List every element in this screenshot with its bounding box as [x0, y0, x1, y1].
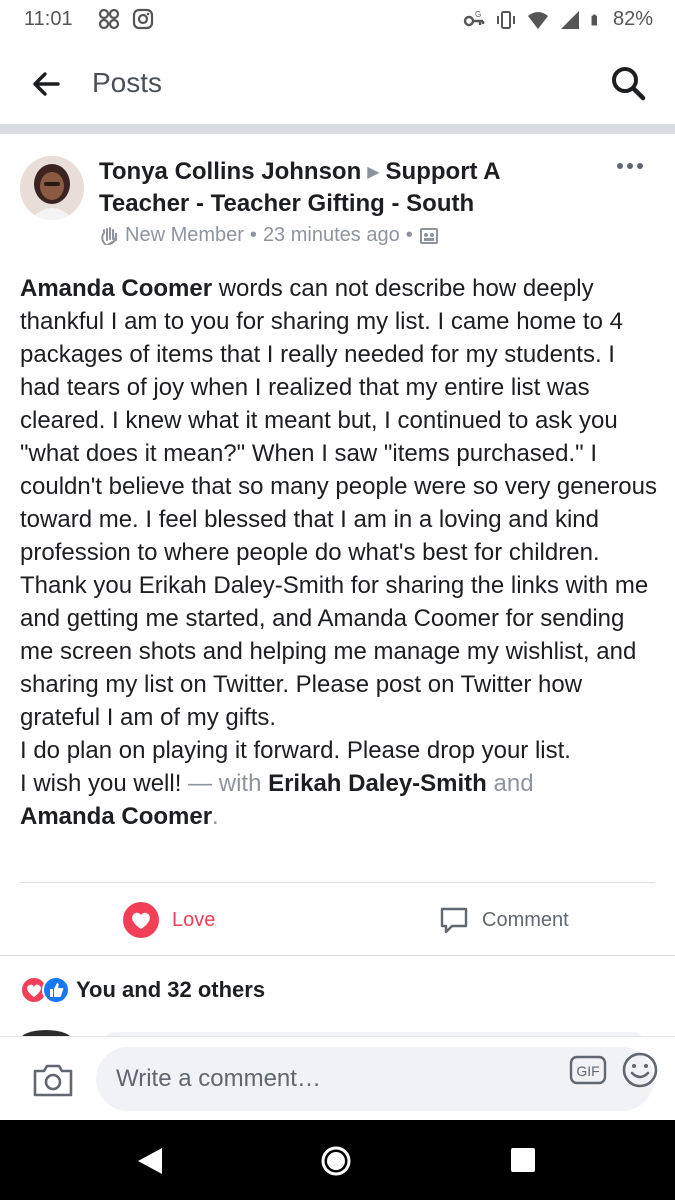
- post-body: Amanda Coomer words can not describe how…: [20, 272, 660, 833]
- signal-icon: [560, 10, 579, 29]
- divider: [0, 955, 675, 956]
- battery-icon: [591, 14, 597, 25]
- comment-label: Comment: [482, 908, 569, 931]
- post-paragraph: I wish you well! — with Erikah Daley-Smi…: [20, 770, 534, 830]
- reaction-icons: [20, 976, 70, 1004]
- battery-percent: 82%: [612, 8, 653, 30]
- wave-hand-icon: [101, 226, 117, 245]
- post-header-text: Tonya Collins Johnson ▶ Support A Teacher …: [99, 156, 569, 219]
- key-icon: G: [463, 10, 485, 26]
- status-left-icons: [98, 8, 154, 30]
- post-paragraph: Amanda Coomer words can not describe how…: [20, 275, 657, 566]
- meta-dot: •: [249, 224, 257, 246]
- author-name[interactable]: Tonya Collins Johnson: [99, 158, 361, 185]
- gif-button[interactable]: GIF: [569, 1055, 607, 1085]
- member-badge: New Member: [125, 224, 244, 246]
- reactions-text: You and 32 others: [76, 977, 266, 1002]
- wifi-icon: [527, 11, 548, 29]
- meta-dot: •: [405, 224, 413, 246]
- more-options-icon[interactable]: [615, 158, 645, 174]
- arrow-right-icon: ▶: [367, 164, 380, 181]
- back-arrow-icon[interactable]: [28, 66, 64, 102]
- like-reaction-icon: [42, 976, 70, 1004]
- status-time: 11:01: [24, 8, 73, 30]
- comment-button[interactable]: Comment: [438, 900, 569, 940]
- instagram-icon: [132, 8, 154, 30]
- nav-back-icon[interactable]: [136, 1146, 164, 1176]
- mention-link[interactable]: Amanda Coomer: [20, 275, 212, 302]
- avatar[interactable]: [20, 156, 84, 220]
- comment-placeholder: Write a comment…: [116, 1065, 321, 1092]
- divider: [20, 882, 655, 883]
- love-button[interactable]: Love: [122, 900, 215, 940]
- status-right: G 82%: [463, 8, 653, 31]
- comment-composer: Write a comment… GIF: [0, 1036, 675, 1121]
- vibrate-icon: [496, 10, 515, 29]
- svg-text:G: G: [475, 10, 481, 19]
- camera-icon[interactable]: [32, 1062, 74, 1098]
- nav-recents-icon[interactable]: [510, 1147, 536, 1173]
- header-divider: [0, 124, 675, 134]
- tagged-user[interactable]: Erikah Daley-Smith: [268, 770, 487, 797]
- pinwheel-icon: [98, 8, 120, 30]
- comment-icon: [440, 907, 468, 934]
- love-label: Love: [172, 908, 216, 931]
- tagged-user[interactable]: Amanda Coomer: [20, 803, 212, 830]
- post-time[interactable]: 23 minutes ago: [263, 224, 400, 247]
- page-title: Posts: [92, 67, 163, 98]
- gif-icon: GIF: [569, 1055, 607, 1085]
- status-bar: 11:01 G 82%: [0, 0, 675, 42]
- avatar-photo: [20, 156, 84, 220]
- app-header: Posts: [0, 42, 675, 124]
- post-paragraph: Thank you Erikah Daley-Smith for sharing…: [20, 572, 649, 731]
- nav-home-icon[interactable]: [320, 1145, 352, 1177]
- emoji-icon[interactable]: [621, 1051, 659, 1089]
- gif-label: GIF: [576, 1063, 599, 1079]
- post-paragraph: I do plan on playing it forward. Please …: [20, 737, 571, 764]
- post-meta: New Member • 23 minutes ago •: [99, 224, 439, 247]
- love-reaction-icon: [123, 902, 159, 938]
- reactions-summary[interactable]: You and 32 others: [20, 974, 265, 1006]
- system-nav-bar: [0, 1120, 675, 1200]
- group-privacy-icon: [419, 227, 438, 244]
- search-icon[interactable]: [609, 64, 647, 102]
